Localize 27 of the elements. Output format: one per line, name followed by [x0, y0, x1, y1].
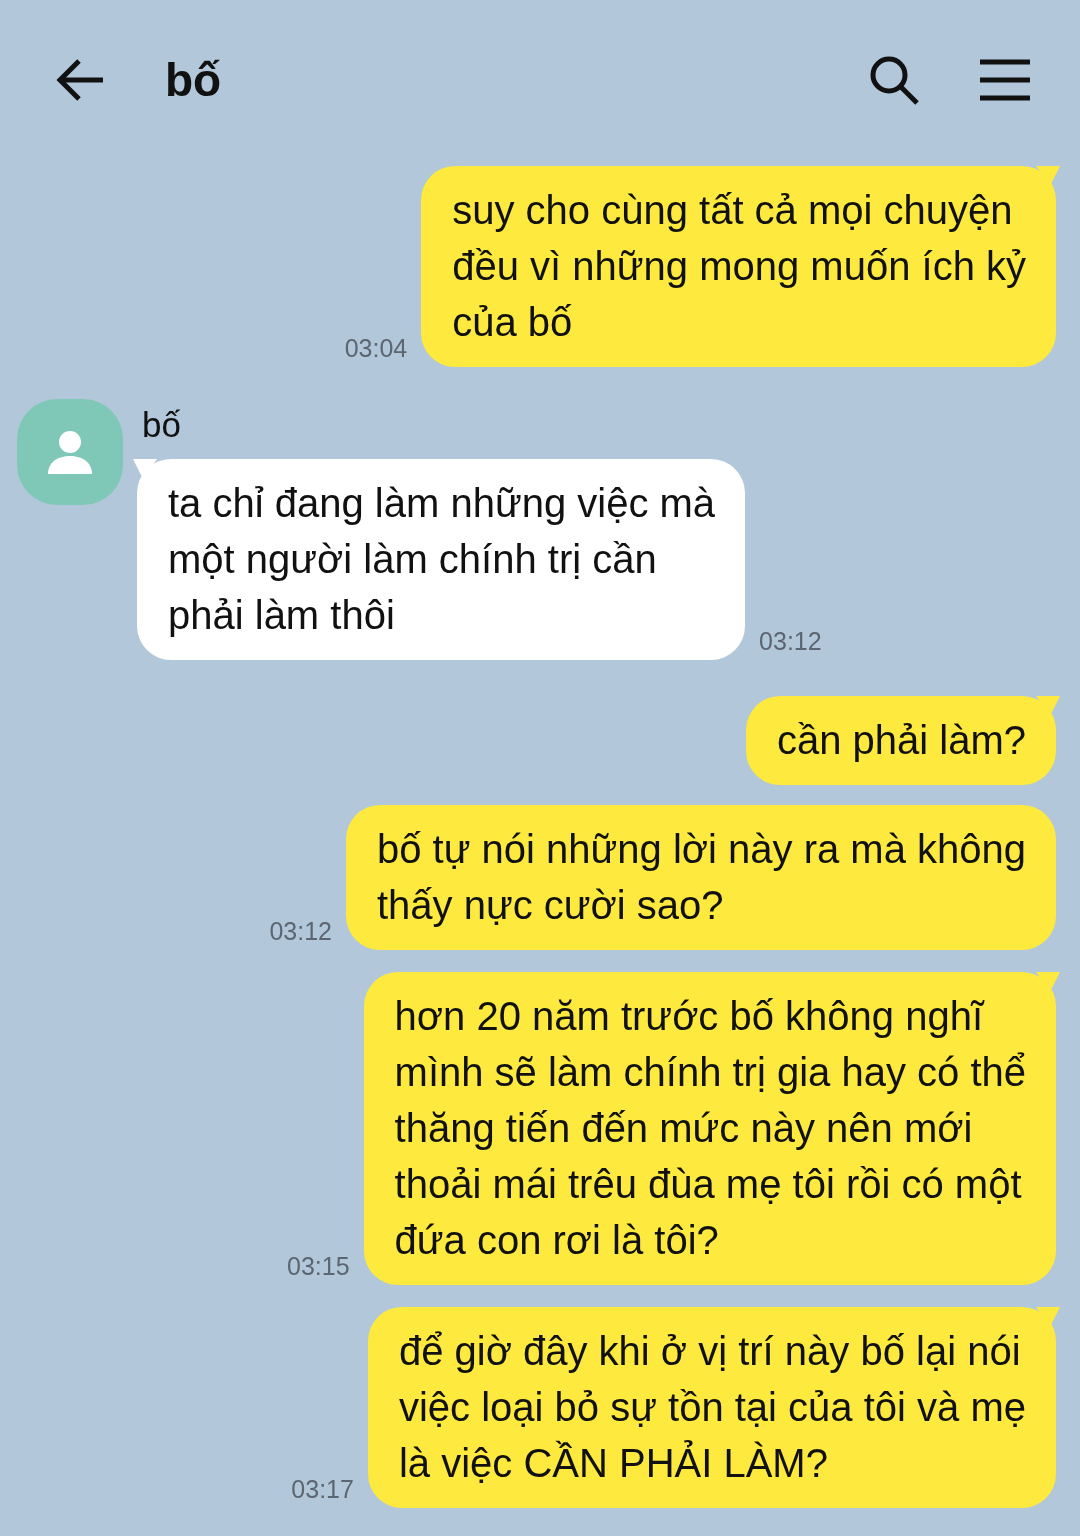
message-text: bố tự nói những lời này ra mà không [376, 826, 1026, 873]
menu-icon[interactable] [980, 59, 1030, 101]
message-text: hơn 20 năm trước bố không nghĩ [394, 993, 986, 1040]
message-text: của bố [452, 299, 574, 346]
message-time: 03:17 [291, 1475, 354, 1504]
message-text: đứa con rơi là tôi? [394, 1217, 720, 1264]
message-time: 03:12 [269, 917, 332, 946]
message-text: để giờ đây khi ở vị trí này bố lại nói [398, 1328, 1022, 1375]
message-text: thấy nực cười sao? [376, 882, 725, 929]
message-text: một người làm chính trị cần [168, 536, 658, 583]
message-text: mình sẽ làm chính trị gia hay có thể [394, 1049, 1026, 1096]
message-text: suy cho cùng tất cả mọi chuyện [452, 187, 1014, 234]
message-text: cần phải làm? [776, 717, 1026, 764]
back-button[interactable] [55, 58, 105, 102]
message-text: thoải mái trêu đùa mẹ tôi rồi có một [394, 1161, 1023, 1208]
message-text: phải làm thôi [168, 592, 396, 639]
sender-name: bố [142, 405, 182, 445]
message-time: 03:15 [287, 1252, 350, 1281]
message-text: đều vì những mong muốn ích kỷ [452, 243, 1026, 290]
message-text: việc loại bỏ sự tồn tại của tôi và mẹ [398, 1384, 1026, 1431]
message-text: ta chỉ đang làm những việc mà [168, 480, 716, 527]
message-time: 03:12 [759, 627, 822, 656]
message-text: là việc CẦN PHẢI LÀM? [398, 1439, 829, 1487]
search-icon[interactable] [868, 54, 920, 106]
chat-title: bố [165, 53, 223, 107]
message-time: 03:04 [344, 334, 408, 363]
message-text: thăng tiến đến mức này nên mới [394, 1105, 974, 1152]
